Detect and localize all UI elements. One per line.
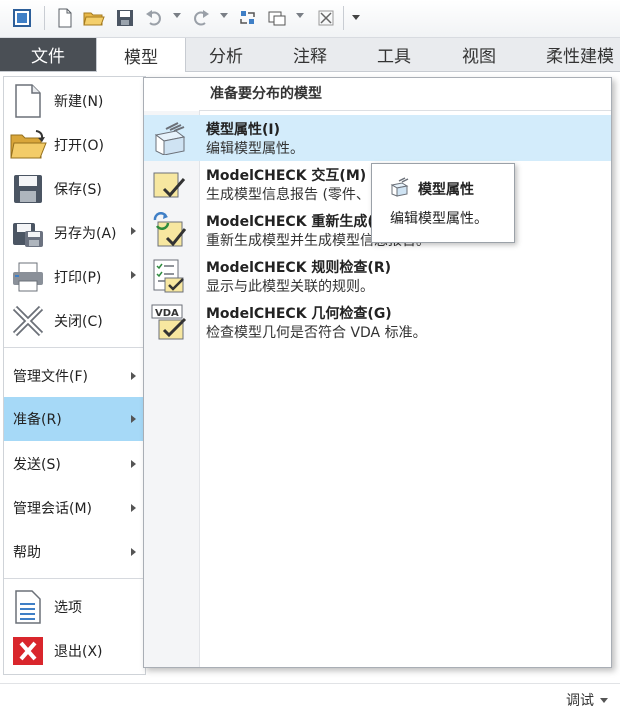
- submenu-item-description: 显示与此模型关联的规则。: [206, 279, 374, 295]
- tab-tools[interactable]: 工具: [352, 38, 436, 71]
- menu-help[interactable]: 帮助: [4, 530, 145, 574]
- ribbon-tabs: 文件 模型 分析 注释 工具 视图 柔性建模: [0, 38, 620, 72]
- submenu-arrow-icon: [131, 460, 136, 468]
- submenu-item-modelcheck-geometry[interactable]: VDA ModelCHECK 几何检查(G) 检查模型几何是否符合 VDA 标准…: [144, 299, 611, 345]
- toolbar-separator: [343, 6, 344, 30]
- model-properties-icon: [390, 177, 410, 197]
- menu-label: 打印(P): [54, 270, 102, 286]
- modelcheck-regenerate-icon: [150, 212, 188, 248]
- submenu-item-model-properties[interactable]: 模型属性(I) 编辑模型属性。: [144, 115, 611, 161]
- submenu-title: 准备要分布的模型: [210, 86, 322, 102]
- open-folder-icon[interactable]: [82, 6, 106, 30]
- menu-label: 新建(N): [54, 94, 104, 110]
- modelcheck-interactive-icon: [150, 166, 188, 202]
- undo-dropdown-icon[interactable]: [173, 13, 181, 18]
- submenu-item-title: ModelCHECK 交互(M): [206, 168, 367, 184]
- tooltip-description: 编辑模型属性。: [390, 211, 488, 227]
- options-list-icon: [9, 588, 47, 626]
- tab-view[interactable]: 视图: [436, 38, 522, 71]
- regenerate-icon[interactable]: [236, 6, 260, 30]
- submenu-item-description: 生成模型信息报告 (零件、: [206, 187, 370, 203]
- submenu-item-title: 模型属性(I): [206, 122, 281, 138]
- submenu-item-title: ModelCHECK 重新生成(: [206, 214, 374, 230]
- submenu-arrow-icon: [131, 415, 136, 423]
- close-icon: [9, 302, 47, 340]
- debug-label: 调试: [566, 693, 594, 709]
- redo-icon[interactable]: [189, 6, 213, 30]
- tooltip-title: 模型属性: [418, 182, 474, 198]
- new-document-icon: [9, 82, 47, 120]
- tab-annotate[interactable]: 注释: [268, 38, 352, 71]
- save-disk-icon: [9, 170, 47, 208]
- submenu-arrow-icon: [131, 372, 136, 380]
- toolbar-separator: [44, 6, 45, 30]
- menu-label: 退出(X): [54, 644, 103, 660]
- open-folder-icon: [9, 126, 47, 164]
- exit-icon: [9, 632, 47, 670]
- save-icon[interactable]: [113, 6, 137, 30]
- debug-dropdown[interactable]: 调试: [566, 690, 608, 710]
- new-file-icon[interactable]: [53, 6, 77, 30]
- status-bar: 调试: [0, 683, 620, 715]
- tooltip: 模型属性 编辑模型属性。: [371, 163, 515, 243]
- redo-dropdown-icon[interactable]: [220, 13, 228, 18]
- submenu-item-description: 编辑模型属性。: [206, 141, 304, 157]
- menu-save-as[interactable]: 另存为(A): [4, 211, 145, 255]
- customize-toolbar-icon[interactable]: [352, 15, 360, 20]
- menu-label: 另存为(A): [54, 226, 117, 242]
- submenu-item-description: 检查模型几何是否符合 VDA 标准。: [206, 325, 427, 341]
- menu-separator: [4, 578, 145, 579]
- chevron-down-icon: [600, 697, 608, 703]
- menu-prepare[interactable]: 准备(R): [4, 397, 145, 441]
- menu-label: 关闭(C): [54, 314, 103, 330]
- windows-icon[interactable]: [265, 6, 289, 30]
- menu-label: 保存(S): [54, 182, 102, 198]
- submenu-title-divider: [199, 110, 611, 111]
- menu-label: 打开(O): [54, 138, 104, 154]
- submenu-item-title: ModelCHECK 规则检查(R): [206, 260, 391, 276]
- save-as-icon: [9, 214, 47, 252]
- menu-separator: [4, 347, 145, 348]
- close-window-icon[interactable]: [314, 6, 338, 30]
- submenu-arrow-icon: [131, 548, 136, 556]
- menu-manage-files[interactable]: 管理文件(F): [4, 354, 145, 398]
- window-icon[interactable]: [10, 6, 34, 30]
- submenu-arrow-icon: [131, 271, 136, 279]
- windows-dropdown-icon[interactable]: [296, 13, 304, 18]
- menu-exit[interactable]: 退出(X): [4, 629, 145, 673]
- svg-text:VDA: VDA: [155, 308, 179, 319]
- quick-access-toolbar: [0, 0, 620, 38]
- menu-save[interactable]: 保存(S): [4, 167, 145, 211]
- file-menu: 新建(N) 打开(O) 保存(S) 另存为(A) 打印(P) 关闭(C) 管理文: [3, 76, 146, 675]
- submenu-item-title: ModelCHECK 几何检查(G): [206, 306, 392, 322]
- printer-icon: [9, 258, 47, 296]
- tab-model[interactable]: 模型: [96, 38, 186, 72]
- submenu-item-modelcheck-rules[interactable]: ModelCHECK 规则检查(R) 显示与此模型关联的规则。: [144, 253, 611, 299]
- tab-analysis[interactable]: 分析: [184, 38, 268, 71]
- tab-file[interactable]: 文件: [0, 38, 96, 71]
- modelcheck-geometry-vda-icon: VDA: [150, 304, 188, 340]
- menu-print[interactable]: 打印(P): [4, 255, 145, 299]
- menu-options[interactable]: 选项: [4, 585, 145, 629]
- menu-open[interactable]: 打开(O): [4, 123, 145, 167]
- menu-label: 选项: [54, 600, 82, 616]
- submenu-arrow-icon: [131, 227, 136, 235]
- model-properties-icon: [150, 120, 188, 156]
- tab-flexible-modeling[interactable]: 柔性建模: [522, 38, 620, 71]
- undo-icon[interactable]: [142, 6, 166, 30]
- modelcheck-rules-icon: [150, 258, 188, 294]
- menu-manage-session[interactable]: 管理会话(M): [4, 486, 145, 530]
- menu-close[interactable]: 关闭(C): [4, 299, 145, 343]
- submenu-arrow-icon: [131, 504, 136, 512]
- menu-send[interactable]: 发送(S): [4, 442, 145, 486]
- menu-new[interactable]: 新建(N): [4, 79, 145, 123]
